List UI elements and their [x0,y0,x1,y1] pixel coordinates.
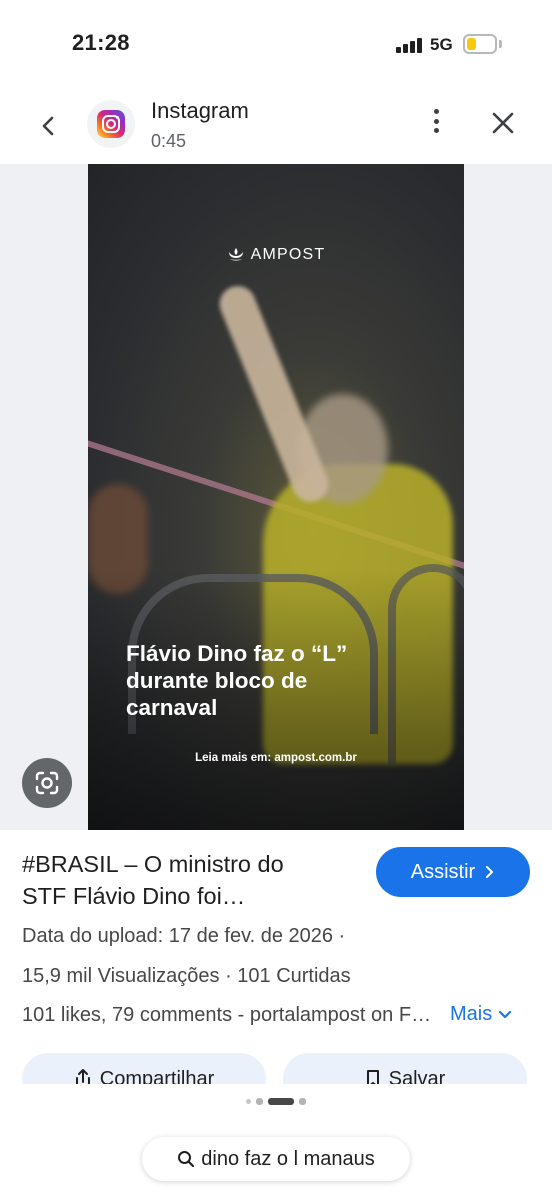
network-label: 5G [430,35,453,54]
video-caption-line: Flávio Dino faz o “L” [126,641,348,666]
close-button[interactable] [488,108,518,138]
view-stats: 15,9 mil Visualizações · 101 Curtidas [22,965,351,987]
viewer-header: Instagram 0:45 [0,84,552,164]
chevron-left-icon [42,116,54,136]
google-lens-button[interactable] [22,758,72,808]
close-icon [492,112,514,134]
result-description: 101 likes, 79 comments - portalampost on… [22,1004,442,1026]
carousel-dot [299,1098,306,1105]
video-caption-line: durante bloco de [126,668,308,693]
upload-date: Data do upload: 17 de fev. de 2026 · [22,925,346,947]
result-title[interactable]: #BRASIL – O ministro do STF Flávio Dino … [22,848,352,912]
battery-tip [499,40,502,48]
video-brand-watermark: AMPOST [88,246,464,264]
ampost-logo-icon [228,248,243,261]
more-vert-icon [433,109,439,114]
media-preview-area: AMPOST Flávio Dino faz o “L” durante blo… [0,164,552,830]
video-caption-line: carnaval [126,695,218,720]
more-link[interactable]: Mais [450,1003,512,1026]
battery-icon [463,34,497,54]
watch-button[interactable]: Assistir [376,847,530,897]
carousel-indicator [0,1098,552,1105]
carousel-dot [246,1099,251,1104]
more-link-label: Mais [450,1003,493,1025]
google-lens-icon [35,771,59,795]
back-button[interactable] [34,112,62,140]
signal-icon [396,37,422,53]
result-title-line[interactable]: #BRASIL – O ministro do [22,848,352,880]
more-options-button[interactable] [424,106,448,136]
source-title[interactable]: Instagram [151,98,249,124]
instagram-icon [97,110,125,138]
watch-button-label: Assistir [410,860,476,883]
status-bar: 21:28 5G [0,0,552,80]
video-duration: 0:45 [151,131,187,151]
result-title-line[interactable]: STF Flávio Dino foi… [22,880,352,912]
video-brand-text: AMPOST [250,246,326,263]
chevron-right-icon [486,866,494,878]
status-time: 21:28 [72,30,130,55]
search-query-text: dino faz o l manaus [201,1147,375,1170]
search-query-pill[interactable]: dino faz o l manaus [142,1137,410,1181]
carousel-dot-active [268,1098,294,1105]
video-caption: Flávio Dino faz o “L” durante bloco de c… [126,640,426,721]
chevron-down-icon [499,1010,512,1018]
app-avatar [87,100,135,148]
search-icon [178,1151,195,1168]
video-read-more: Leia mais em: ampost.com.br [195,752,357,764]
carousel-dot [256,1098,263,1105]
video-thumbnail[interactable]: AMPOST Flávio Dino faz o “L” durante blo… [88,164,464,830]
battery-level [467,38,477,50]
